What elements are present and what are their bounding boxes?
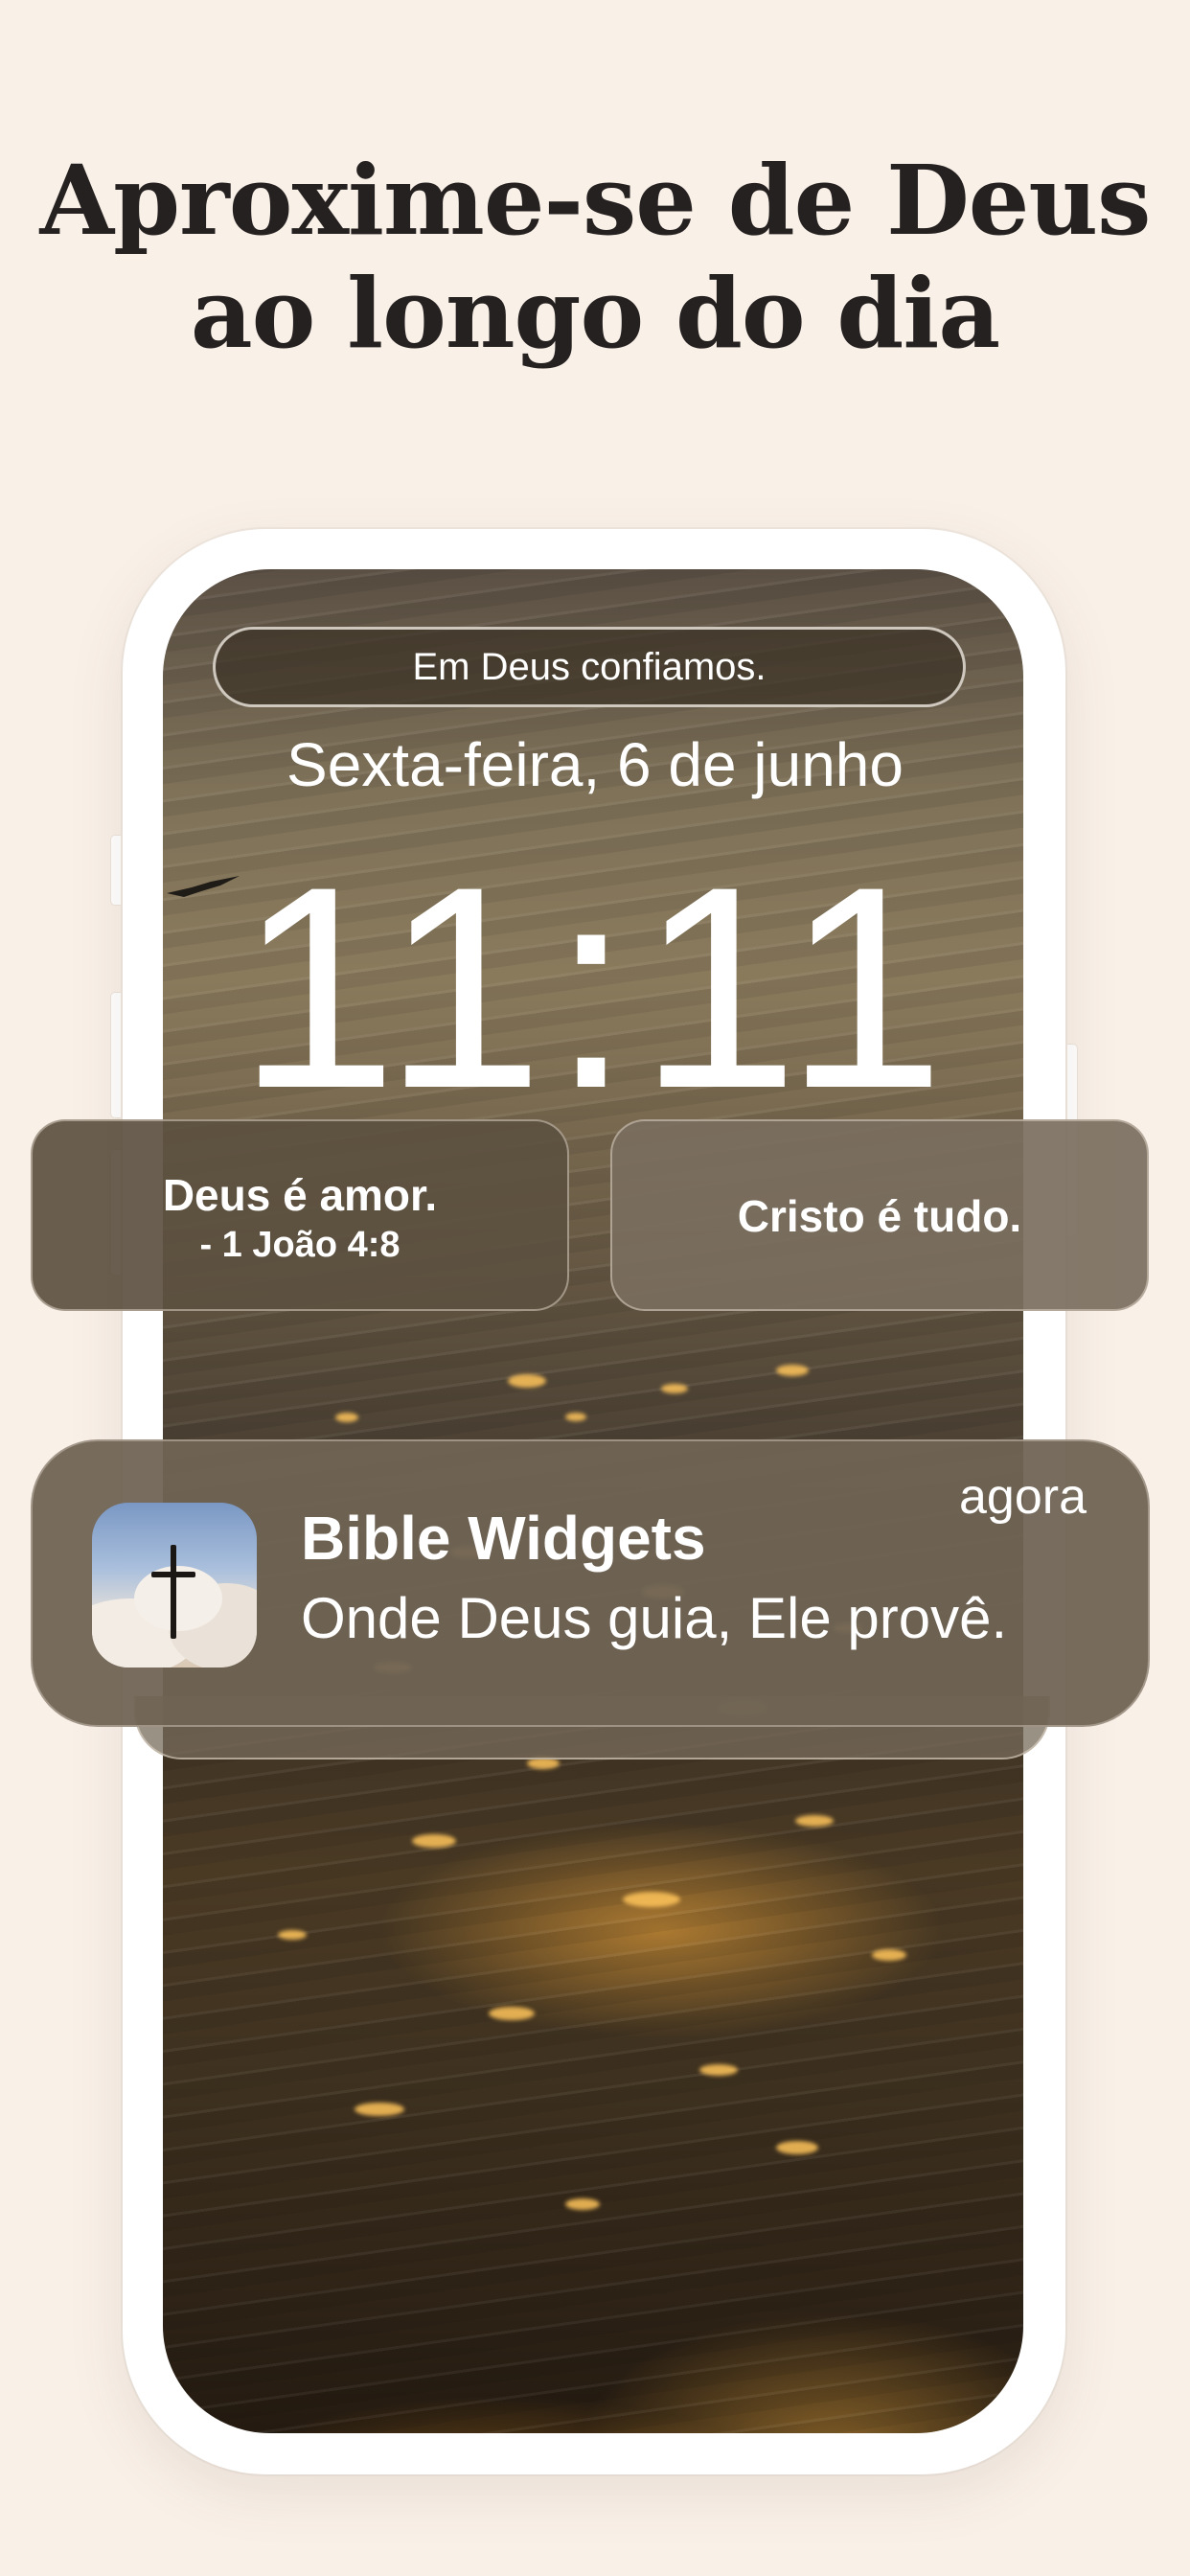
cross-icon [92, 1545, 257, 1668]
notification-time: agora [959, 1469, 1087, 1525]
verse-widget-text: Deus é amor. [162, 1170, 438, 1220]
quote-widget-text: Cristo é tudo. [737, 1191, 1022, 1241]
headline-line-2: ao longo do dia [190, 257, 1000, 370]
notification-app-name: Bible Widgets [301, 1504, 706, 1573]
headline-line-1: Aproxime-se de Deus [39, 144, 1152, 257]
lock-screen-motto-widget[interactable]: Em Deus confiamos. [213, 627, 966, 707]
quote-widget[interactable]: Cristo é tudo. [610, 1119, 1149, 1311]
notification-message: Onde Deus guia, Ele provê. [301, 1586, 1008, 1650]
notification-card[interactable]: Bible Widgets Onde Deus guia, Ele provê.… [31, 1439, 1150, 1727]
lock-screen-clock: 11:11 [237, 826, 953, 1148]
verse-widget[interactable]: Deus é amor. - 1 João 4:8 [31, 1119, 569, 1311]
verse-widget-reference: - 1 João 4:8 [199, 1225, 400, 1265]
headline: Aproxime-se de Deus ao longo do dia [0, 144, 1190, 370]
app-icon [92, 1503, 257, 1668]
lock-screen-date: Sexta-feira, 6 de junho [286, 730, 904, 799]
